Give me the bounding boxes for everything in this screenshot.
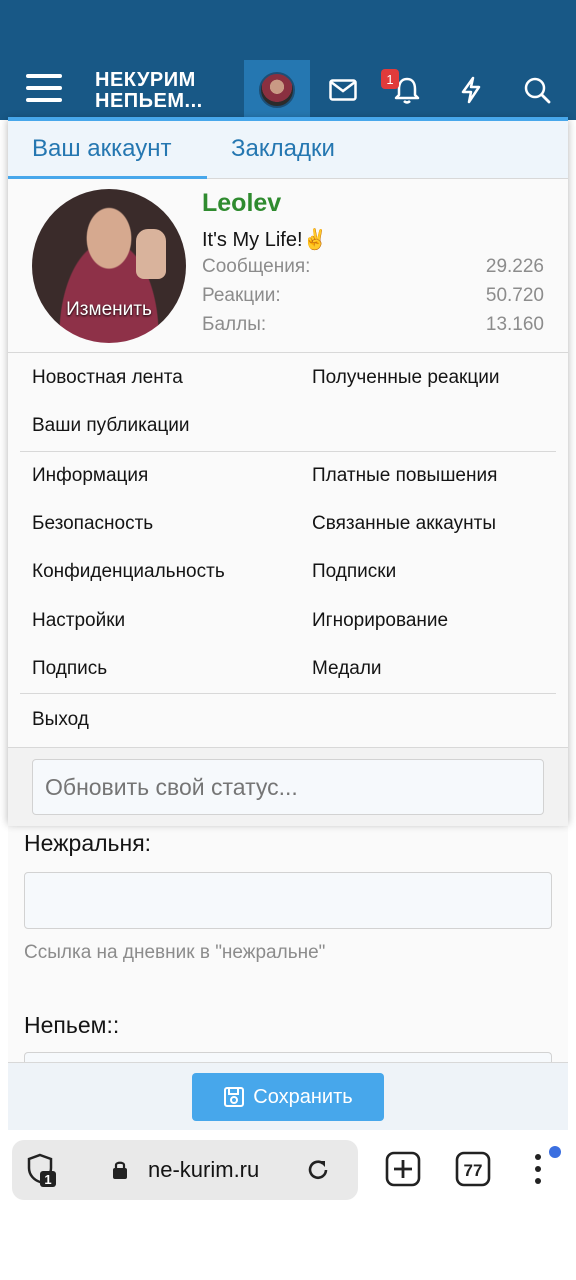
menu-preferences[interactable]: Настройки [32, 610, 125, 632]
menu-upgrades[interactable]: Платные повышения [312, 465, 497, 487]
menu-news-feed[interactable]: Новостная лента [32, 367, 183, 389]
stat-value: 13.160 [485, 314, 544, 335]
bolt-icon [461, 76, 481, 104]
whats-new-button[interactable] [438, 60, 504, 120]
account-menu-panel: Ваш аккаунт Закладки Изменить Leolev It'… [8, 117, 568, 826]
profile-avatar[interactable]: Изменить [32, 189, 186, 343]
user-status: It's My Life!✌️ [202, 229, 328, 251]
site-header: НЕКУРИМ НЕПЬЕМ... 1 [0, 0, 576, 120]
status-input[interactable] [32, 759, 544, 815]
tabs-count: 77 [464, 1161, 483, 1180]
tabs-count-button[interactable]: 77 [454, 1150, 492, 1188]
search-button[interactable] [504, 60, 570, 120]
tab-your-account[interactable]: Ваш аккаунт [8, 121, 207, 179]
menu-reactions-received[interactable]: Полученные реакции [312, 367, 499, 389]
peace-hand-image [136, 229, 166, 279]
tab-bookmarks[interactable]: Закладки [207, 121, 359, 179]
stat-reactions: Реакции: 50.720 [202, 285, 544, 307]
menu-divider [20, 693, 556, 694]
stat-label: Реакции: [202, 285, 281, 306]
menu-connected-accounts[interactable]: Связанные аккаунты [312, 513, 496, 535]
logo-line2: НЕПЬЕМ... [95, 90, 203, 112]
stat-points: Баллы: 13.160 [202, 314, 544, 336]
floppy-icon [224, 1087, 245, 1107]
account-button[interactable] [244, 60, 310, 120]
menu-your-content[interactable]: Ваши публикации [32, 415, 190, 437]
menu-account-details[interactable]: Информация [32, 465, 148, 487]
stat-value: 29.226 [485, 256, 544, 277]
panel-tabs: Ваш аккаунт Закладки [8, 121, 568, 179]
menu-security[interactable]: Безопасность [32, 513, 153, 535]
field1-hint: Ссылка на дневник в "нежральне" [24, 942, 326, 963]
shield-icon[interactable]: 1 [24, 1152, 60, 1188]
inbox-button[interactable] [310, 60, 376, 120]
logo-line1: НЕКУРИМ [95, 69, 196, 91]
alerts-badge: 1 [381, 69, 399, 89]
update-dot-icon [549, 1146, 561, 1158]
menu-logout[interactable]: Выход [32, 709, 89, 731]
menu-divider [20, 451, 556, 452]
reload-icon[interactable] [304, 1156, 332, 1184]
search-icon [524, 77, 551, 104]
field1-label: Нежральня: [24, 830, 152, 856]
save-label: Сохранить [253, 1085, 353, 1108]
stat-label: Баллы: [202, 314, 267, 335]
new-tab-icon[interactable] [384, 1150, 422, 1188]
change-avatar-label[interactable]: Изменить [32, 299, 186, 321]
avatar [259, 72, 295, 108]
menu-privacy[interactable]: Конфиденциальность [32, 561, 225, 583]
field1-input[interactable] [24, 872, 552, 929]
menu-ignoring[interactable]: Игнорирование [312, 610, 448, 632]
stat-value: 50.720 [485, 285, 544, 306]
stat-messages: Сообщения: 29.226 [202, 256, 544, 278]
field2-input[interactable] [24, 1052, 552, 1062]
stat-label: Сообщения: [202, 256, 311, 277]
form-footer: Сохранить [8, 1062, 568, 1130]
shield-count: 1 [44, 1172, 51, 1187]
account-form: Нежральня: Ссылка на дневник в "нежральн… [8, 822, 568, 1062]
menu-following[interactable]: Подписки [312, 561, 396, 583]
menu-icon[interactable] [26, 74, 62, 106]
status-update-area [8, 747, 568, 826]
menu-medals[interactable]: Медали [312, 658, 382, 680]
envelope-icon [329, 79, 357, 101]
profile-summary: Изменить Leolev It's My Life!✌️ Сообщени… [8, 179, 568, 353]
more-menu-icon[interactable] [524, 1148, 552, 1190]
menu-signature[interactable]: Подпись [32, 658, 107, 680]
address-bar[interactable]: 1 ne-kurim.ru [12, 1140, 358, 1200]
site-logo[interactable]: НЕКУРИМ НЕПЬЕМ... [95, 70, 203, 112]
save-button[interactable]: Сохранить [192, 1073, 384, 1121]
field2-label: Непьем:: [24, 1012, 120, 1038]
lock-icon [108, 1158, 132, 1182]
browser-toolbar: 1 ne-kurim.ru 77 [0, 1130, 576, 1280]
username[interactable]: Leolev [202, 189, 281, 218]
url-text[interactable]: ne-kurim.ru [148, 1157, 259, 1183]
